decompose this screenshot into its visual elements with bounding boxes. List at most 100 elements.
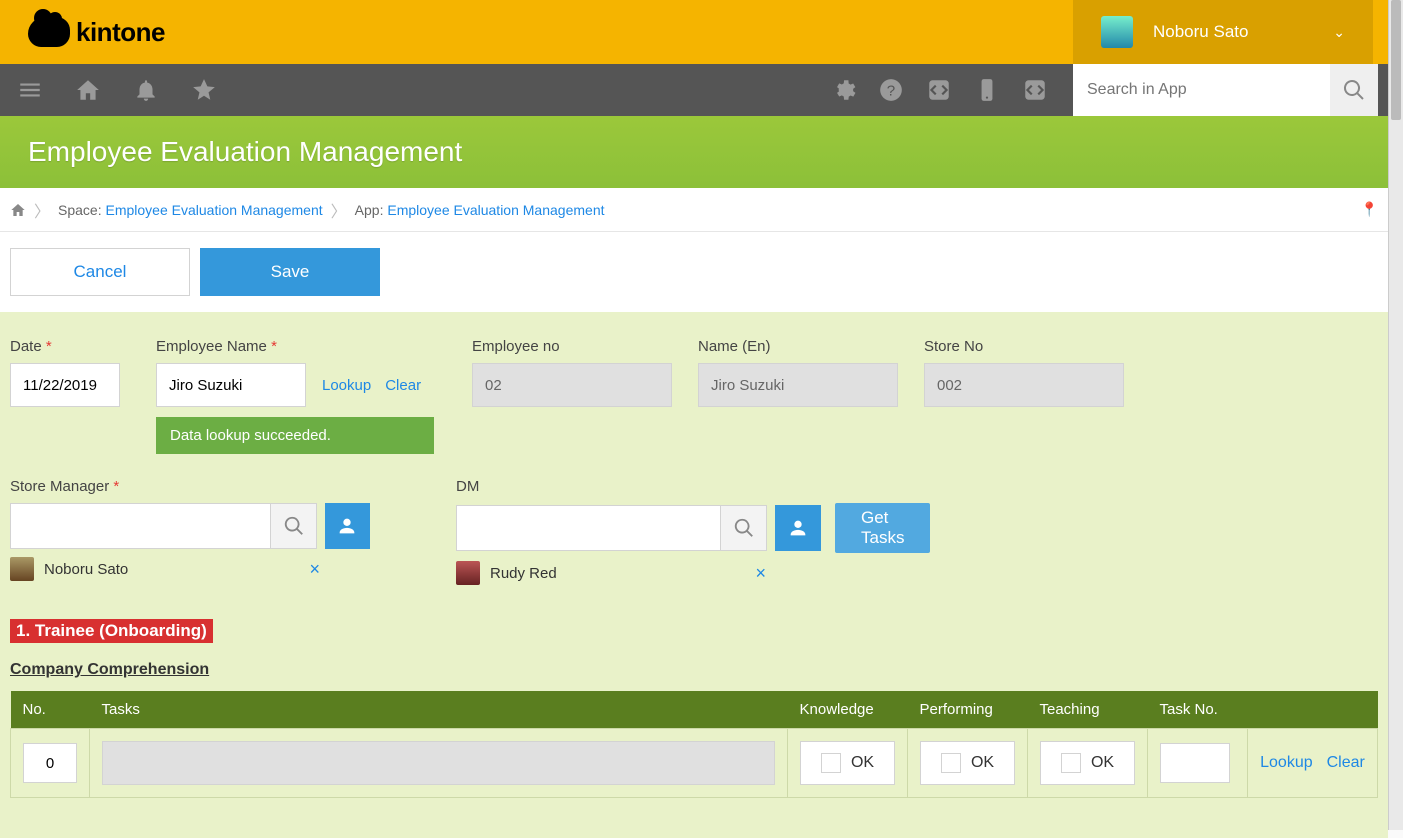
avatar	[10, 557, 34, 581]
cancel-button[interactable]: Cancel	[10, 248, 190, 296]
name-en-value: Jiro Suzuki	[698, 363, 898, 407]
chevron-down-icon: ⌄	[1333, 24, 1345, 41]
col-teaching: Teaching	[1028, 691, 1148, 729]
home-icon	[10, 202, 26, 218]
mobile-button[interactable]	[967, 70, 1007, 110]
app-title: Employee Evaluation Management	[28, 136, 462, 168]
dm-selected: Rudy Red	[490, 565, 557, 582]
favorites-button[interactable]	[184, 70, 224, 110]
col-knowledge: Knowledge	[788, 691, 908, 729]
row-clear-link[interactable]: Clear	[1327, 754, 1365, 772]
scrollbar[interactable]	[1388, 0, 1403, 830]
employee-name-label: Employee Name *	[156, 338, 446, 355]
bell-icon	[133, 77, 159, 103]
get-tasks-button[interactable]: Get Tasks	[835, 503, 930, 553]
search-input[interactable]	[1073, 64, 1330, 116]
action-bar: Cancel Save	[0, 232, 1388, 312]
remove-dm[interactable]: ×	[755, 563, 766, 584]
breadcrumb-space-link[interactable]: Employee Evaluation Management	[106, 202, 323, 218]
store-manager-search[interactable]	[271, 503, 316, 549]
store-no-label: Store No	[924, 338, 1124, 355]
date-label: Date *	[10, 338, 130, 355]
topbar: kintone Noboru Sato ⌄	[0, 0, 1388, 64]
taskno-input[interactable]	[1160, 743, 1230, 783]
settings-button[interactable]	[823, 70, 863, 110]
home-button[interactable]	[68, 70, 108, 110]
code-icon	[926, 77, 952, 103]
store-manager-input[interactable]	[10, 503, 271, 549]
employee-no-value: 02	[472, 363, 672, 407]
breadcrumb-space-label: Space:	[58, 202, 102, 218]
form: Date * Employee Name * Lookup Clear Data…	[0, 312, 1388, 838]
tasks-table: No. Tasks Knowledge Performing Teaching …	[10, 691, 1378, 798]
gear-icon	[830, 77, 856, 103]
user-name: Noboru Sato	[1153, 22, 1248, 42]
breadcrumb-app-link[interactable]: Employee Evaluation Management	[387, 202, 604, 218]
help-icon: ?	[878, 77, 904, 103]
employee-name-input[interactable]	[156, 363, 306, 407]
hamburger-icon	[17, 77, 43, 103]
remove-store-manager[interactable]: ×	[309, 559, 320, 580]
store-manager-label: Store Manager *	[10, 478, 370, 495]
col-tasks: Tasks	[90, 691, 788, 729]
store-manager-userpick[interactable]	[325, 503, 370, 549]
logo-icon	[28, 17, 70, 47]
mobile-icon	[974, 77, 1000, 103]
section-flag: 1. Trainee (Onboarding)	[10, 619, 213, 643]
svg-text:?: ?	[887, 82, 895, 99]
knowledge-ok[interactable]: OK	[800, 741, 895, 785]
performing-ok[interactable]: OK	[920, 741, 1015, 785]
checkbox-icon	[821, 753, 841, 773]
code2-icon	[1022, 77, 1048, 103]
employee-no-label: Employee no	[472, 338, 672, 355]
dm-search[interactable]	[721, 505, 767, 551]
toolbar: ?	[0, 64, 1388, 116]
name-en-label: Name (En)	[698, 338, 898, 355]
save-button[interactable]: Save	[200, 248, 380, 296]
search	[1073, 64, 1378, 116]
col-no: No.	[11, 691, 90, 729]
logo-text: kintone	[76, 17, 165, 48]
logo[interactable]: kintone	[28, 17, 165, 48]
breadcrumb-app-label: App:	[355, 202, 384, 218]
row-task-text	[102, 741, 775, 785]
lookup-link[interactable]: Lookup	[322, 377, 371, 394]
dev-button[interactable]	[1015, 70, 1055, 110]
teaching-ok[interactable]: OK	[1040, 741, 1135, 785]
avatar	[456, 561, 480, 585]
pin-button[interactable]: 📍	[1361, 201, 1378, 218]
app-header: Employee Evaluation Management	[0, 116, 1388, 188]
table-row: OK OK OK	[11, 729, 1378, 798]
code-button[interactable]	[919, 70, 959, 110]
breadcrumb-home[interactable]	[10, 201, 26, 218]
dm-input[interactable]	[456, 505, 721, 551]
dm-userpick[interactable]	[775, 505, 821, 551]
checkbox-icon	[1061, 753, 1081, 773]
col-taskno: Task No.	[1148, 691, 1248, 729]
user-icon	[336, 515, 358, 537]
dm-label: DM	[456, 478, 816, 495]
user-menu[interactable]: Noboru Sato ⌄	[1073, 0, 1373, 64]
row-lookup-link[interactable]: Lookup	[1260, 754, 1313, 772]
clear-link[interactable]: Clear	[385, 377, 421, 394]
help-button[interactable]: ?	[871, 70, 911, 110]
checkbox-icon	[941, 753, 961, 773]
row-no-input[interactable]	[23, 743, 77, 783]
date-input[interactable]	[10, 363, 120, 407]
search-icon	[283, 515, 305, 537]
menu-button[interactable]	[10, 70, 50, 110]
col-performing: Performing	[908, 691, 1028, 729]
home-icon	[75, 77, 101, 103]
notifications-button[interactable]	[126, 70, 166, 110]
subsection-heading: Company Comprehension	[10, 661, 1378, 679]
star-icon	[191, 77, 217, 103]
search-icon	[733, 517, 755, 539]
search-button[interactable]	[1330, 64, 1378, 116]
user-icon	[787, 517, 809, 539]
breadcrumb: 〉 Space: Employee Evaluation Management …	[0, 188, 1388, 232]
store-no-value: 002	[924, 363, 1124, 407]
store-manager-selected: Noboru Sato	[44, 561, 128, 578]
lookup-success-msg: Data lookup succeeded.	[156, 417, 434, 454]
avatar	[1101, 16, 1133, 48]
search-icon	[1342, 78, 1366, 102]
